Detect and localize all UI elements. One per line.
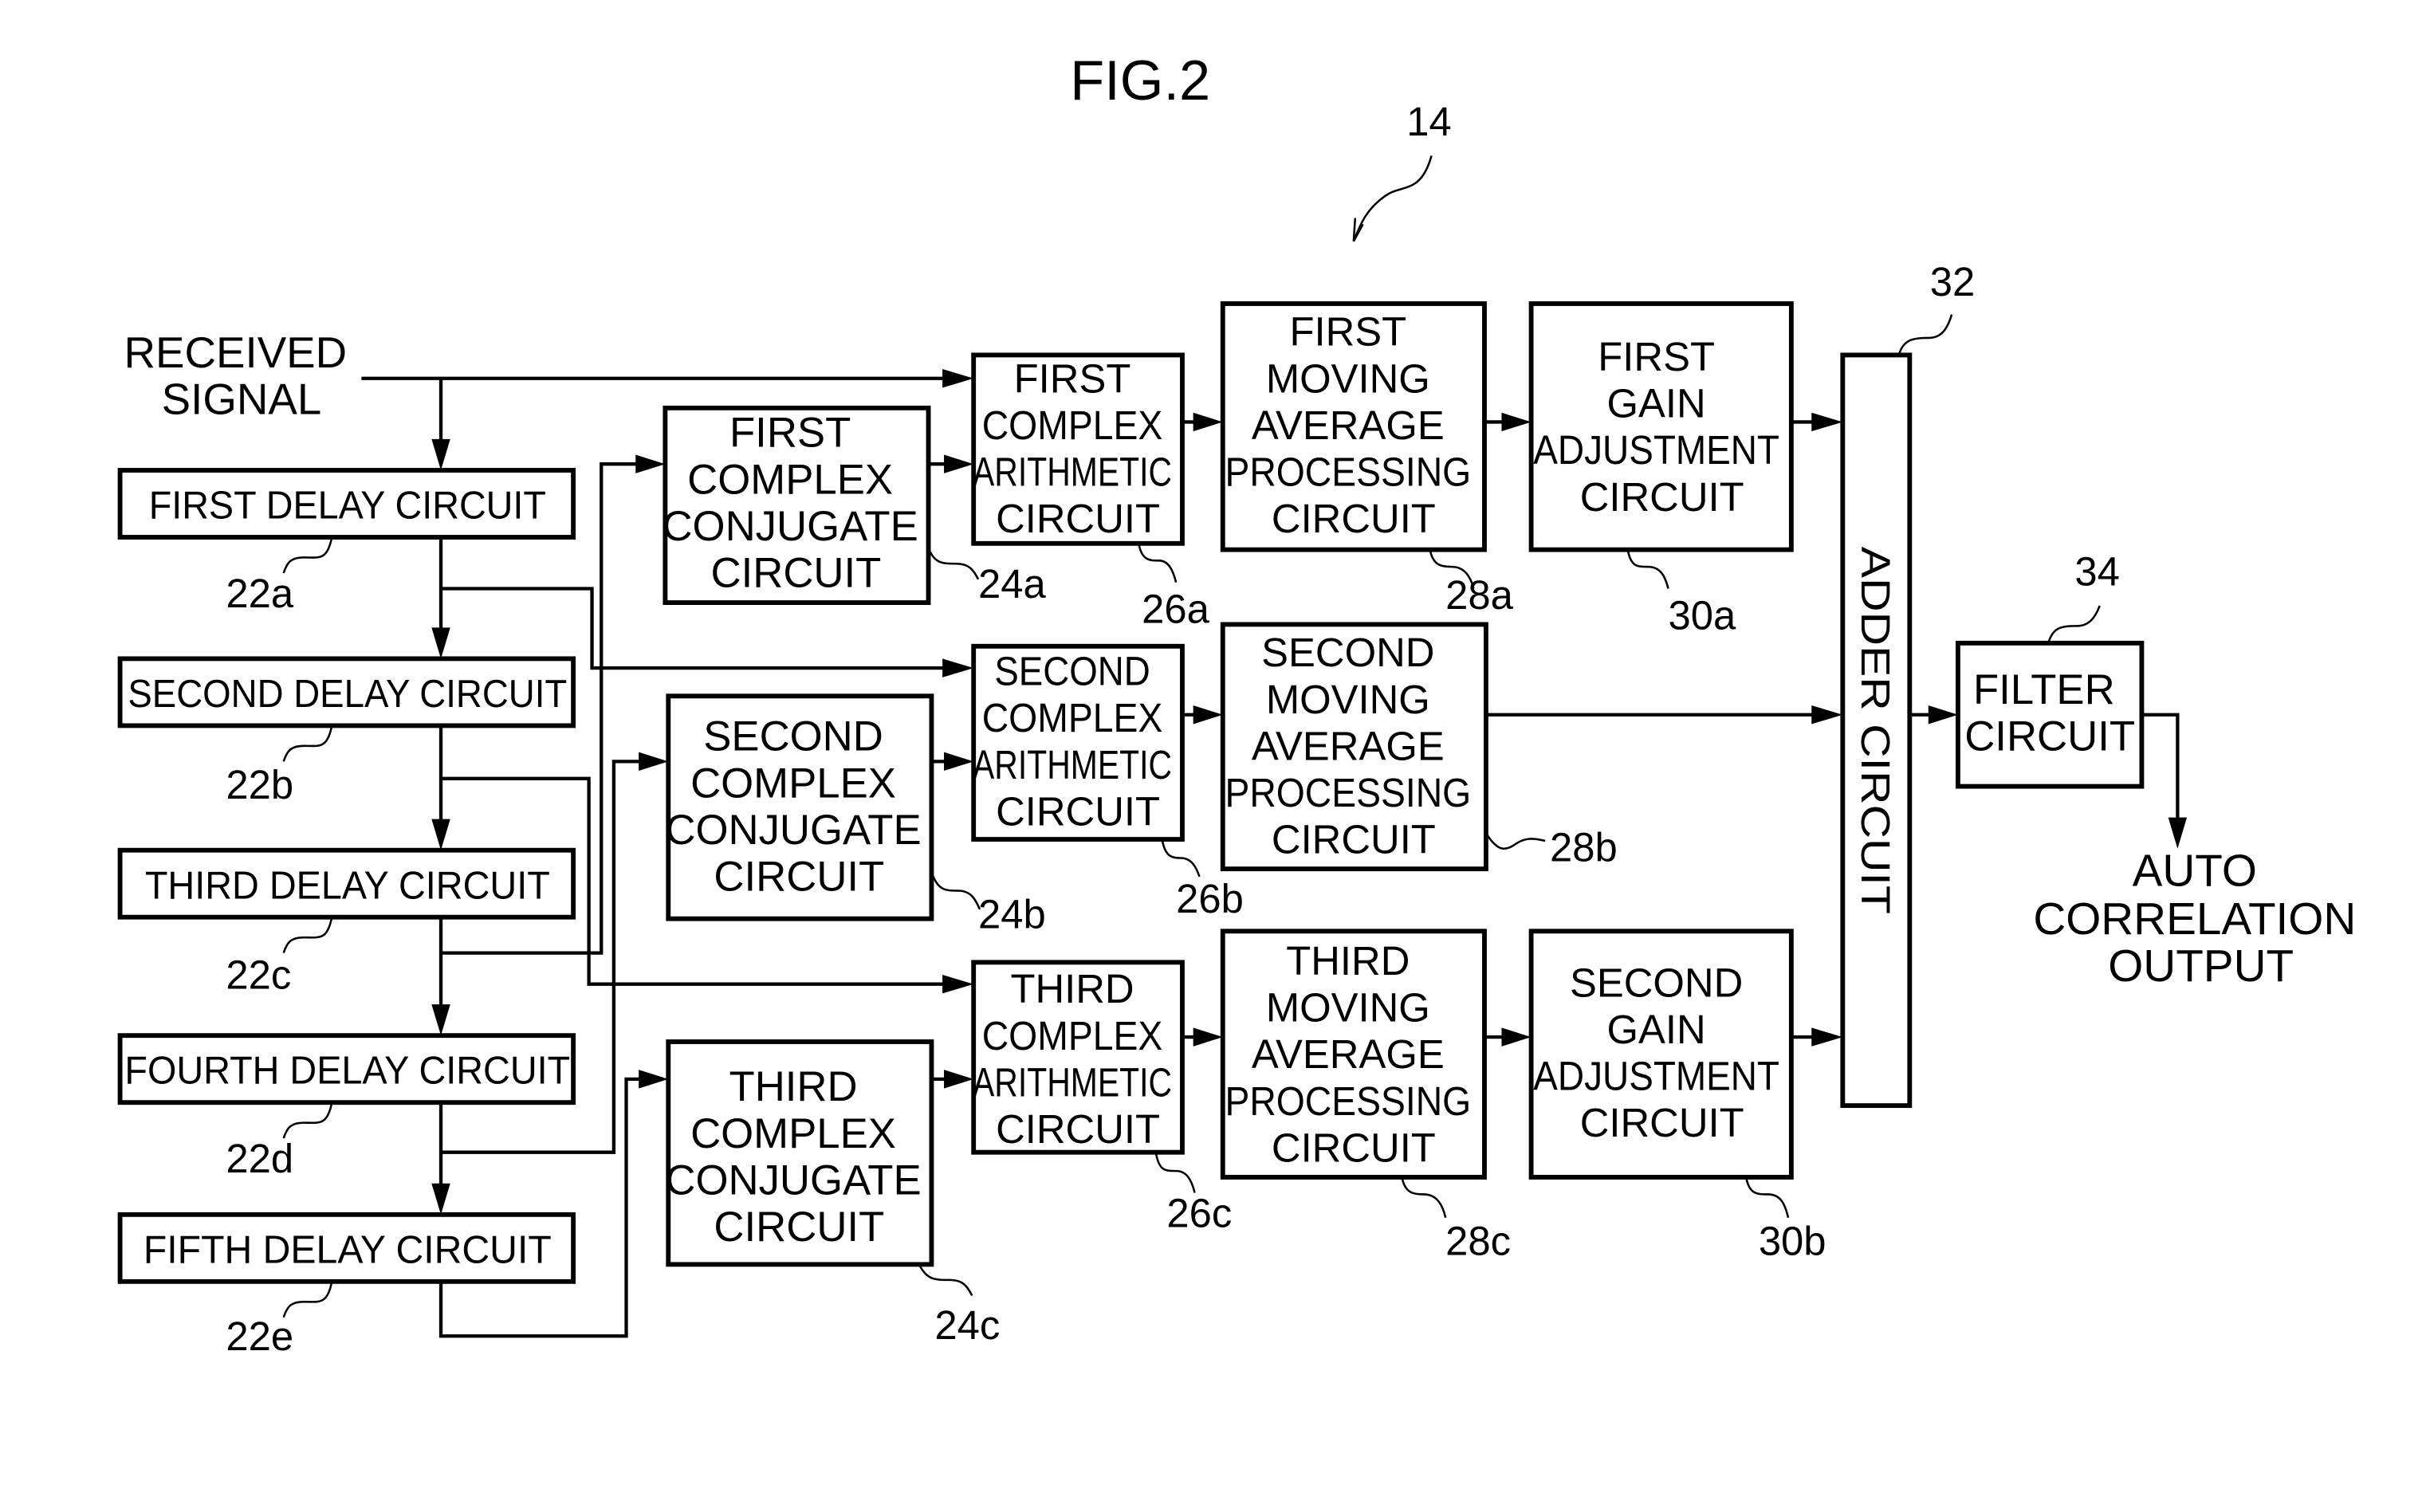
leader-26c [1154,1152,1196,1193]
ref-26c: 26c [1166,1190,1232,1235]
ref-22b: 22b [226,762,293,807]
ref-30b: 30b [1759,1219,1826,1264]
delay-circuit-second: SECOND DELAY CIRCUIT [117,656,576,729]
ref-24b: 24b [978,891,1046,937]
ref-22e: 22e [226,1314,293,1359]
conjugate-circuit-third: THIRD COMPLEX CONJUGATE CIRCUIT [665,1039,934,1267]
leader-34 [2047,605,2101,644]
ref-32: 32 [1930,259,1975,304]
leader-28c [1401,1176,1447,1219]
leader-30b [1744,1176,1790,1219]
leader-22d [282,1102,333,1139]
ref-28a: 28a [1445,572,1513,618]
block-diagram: FIG.2 14 RECEIVED SIGNAL FIRST DELAY CIR… [117,49,2369,1359]
leader-26a [1138,543,1178,583]
leader-22a [282,536,333,574]
ref-26a: 26a [1142,586,1209,631]
ref-22a: 22a [226,571,293,616]
ref-34: 34 [2074,549,2119,595]
svg-text:FIRST DELAY CIRCUIT: FIRST DELAY CIRCUIT [149,485,546,528]
leader-26b [1161,838,1201,878]
svg-text:FOURTH DELAY CIRCUIT: FOURTH DELAY CIRCUIT [124,1050,570,1093]
svg-text:THIRD DELAY CIRCUIT: THIRD DELAY CIRCUIT [145,864,550,907]
ref-24c: 24c [934,1302,1000,1348]
arithmetic-circuit-second: SECOND COMPLEX ARITHMETIC CIRCUIT [971,643,1185,842]
leader-24c [918,1263,973,1297]
gain-circuit-second: SECOND GAIN ADJUSTMENT CIRCUIT [1528,929,1794,1180]
adder-circuit: ADDER CIRCUIT [1840,352,1913,1109]
ref-22d: 22d [226,1136,293,1181]
gain-circuit-first: FIRST GAIN ADJUSTMENT CIRCUIT [1528,301,1794,552]
ref-26b: 26b [1176,876,1244,921]
conjugate-circuit-first: FIRST COMPLEX CONJUGATE CIRCUIT [662,405,931,605]
leader-22b [282,725,333,762]
svg-text:SECOND COMPLEX ARI: SECOND COMPLEX ARITHMETIC CIRCUIT [973,649,1183,835]
leader-30a [1626,549,1669,589]
leader-22c [282,917,333,954]
filter-circuit: FILTER CIRCUIT [1955,640,2145,789]
arithmetic-circuit-third: THIRD COMPLEX ARITHMETIC CIRCUIT [971,960,1185,1155]
conjugate-circuit-second: SECOND COMPLEX CONJUGATE CIRCUIT [665,693,934,921]
ref-22c: 22c [226,952,291,998]
ref-28c: 28c [1445,1219,1511,1264]
ref-14: 14 [1406,99,1451,144]
delay-circuit-fifth: FIFTH DELAY CIRCUIT [117,1212,576,1284]
received-signal-label: RECEIVED SIGNAL [124,328,360,424]
ref-24a: 24a [978,561,1046,607]
moving-average-circuit-first: FIRST MOVING AVERAGE PROCESSING CIRCUIT [1220,301,1487,552]
arithmetic-circuit-first: FIRST COMPLEX ARITHMETIC CIRCUIT [971,352,1185,546]
ref-28b: 28b [1550,824,1618,870]
delay-circuit-fourth: FOURTH DELAY CIRCUIT [117,1033,576,1106]
leader-24a [927,548,980,580]
svg-text:SECOND DELAY CIRCUIT: SECOND DELAY CIRCUIT [128,673,567,716]
svg-text:ADDER CIRCUIT: ADDER CIRCUIT [1853,547,1898,914]
delay-circuit-third: THIRD DELAY CIRCUIT [117,847,576,920]
figure-title: FIG.2 [1070,49,1210,112]
svg-text:FIFTH DELAY CIRCUIT: FIFTH DELAY CIRCUIT [144,1228,552,1271]
leader-22e [282,1281,333,1318]
ref-30a: 30a [1669,592,1736,638]
delay-circuit-first: FIRST DELAY CIRCUIT [117,468,576,540]
leader-28b [1484,832,1546,850]
moving-average-circuit-third: THIRD MOVING AVERAGE PROCESSING CIRCUIT [1220,929,1487,1180]
moving-average-circuit-second: SECOND MOVING AVERAGE PROCESSING CIRCUIT [1220,622,1488,872]
svg-text:FILTER CIRCUIT: FILTER CIRCUIT [1964,666,2135,760]
ref-14-leader [1352,155,1433,242]
leader-24b [930,871,981,910]
auto-correlation-output-label: AUTO CORRELATION OUTPUT [2033,846,2369,992]
leader-32 [1897,314,1953,355]
